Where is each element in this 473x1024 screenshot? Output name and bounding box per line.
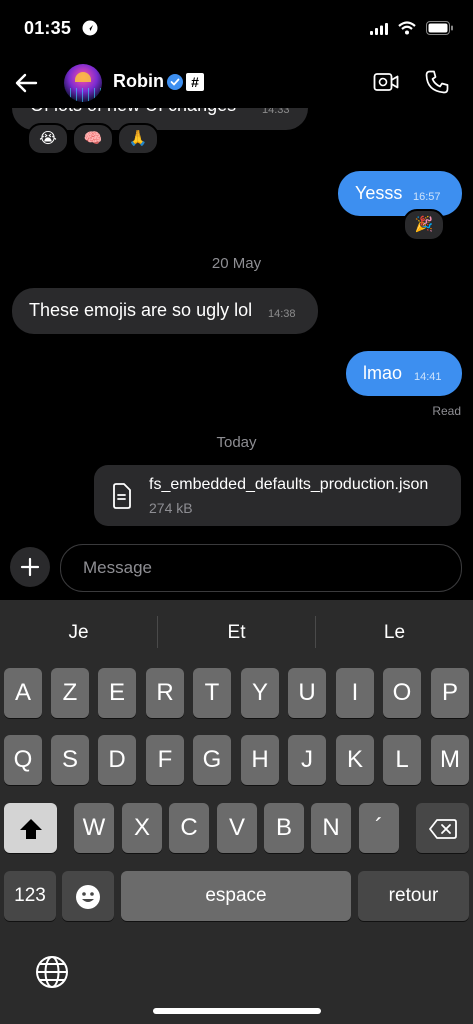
- signal-icon: [370, 23, 388, 35]
- message-composer: Message: [0, 536, 473, 600]
- read-receipt: Read: [432, 404, 461, 418]
- key-b[interactable]: B: [264, 803, 304, 853]
- plus-icon: [20, 557, 40, 577]
- shift-key[interactable]: [4, 803, 57, 853]
- message-text: lmao: [363, 363, 403, 383]
- key-q[interactable]: Q: [4, 735, 42, 785]
- key-z[interactable]: Z: [51, 668, 89, 718]
- message-timestamp: 14:41: [414, 371, 442, 383]
- key-c[interactable]: C: [169, 803, 209, 853]
- location-icon: [82, 20, 98, 36]
- key-w[interactable]: W: [74, 803, 114, 853]
- key-x[interactable]: X: [122, 803, 162, 853]
- message-timestamp: 14:33: [262, 108, 290, 116]
- avatar[interactable]: [64, 64, 102, 102]
- key-m[interactable]: M: [431, 735, 469, 785]
- file-name: fs_embedded_defaults_production.json: [149, 476, 429, 493]
- verified-badge-icon: [167, 74, 183, 90]
- message-text: These emojis are so ugly lol: [29, 300, 253, 320]
- backspace-key[interactable]: [416, 803, 469, 853]
- home-indicator[interactable]: [153, 1008, 321, 1014]
- key-d[interactable]: D: [98, 735, 136, 785]
- shift-icon: [19, 818, 42, 839]
- globe-icon[interactable]: [34, 954, 70, 990]
- message-timestamp: 14:38: [268, 308, 296, 320]
- key-p[interactable]: P: [431, 668, 469, 718]
- reaction-brain[interactable]: 🧠: [72, 123, 114, 155]
- key-y[interactable]: Y: [241, 668, 279, 718]
- back-arrow-icon[interactable]: [12, 68, 42, 98]
- reaction-pray[interactable]: 🙏: [117, 123, 159, 155]
- key-f[interactable]: F: [146, 735, 184, 785]
- key-l[interactable]: L: [383, 735, 421, 785]
- key-h[interactable]: H: [241, 735, 279, 785]
- emoji-key[interactable]: [62, 871, 114, 921]
- reaction-crying[interactable]: 😭: [27, 123, 69, 155]
- return-key[interactable]: retour: [358, 871, 469, 921]
- emoji-icon: [76, 884, 100, 909]
- numbers-key[interactable]: 123: [4, 871, 56, 921]
- video-call-icon[interactable]: [373, 71, 399, 93]
- battery-icon: [426, 21, 453, 35]
- key-n[interactable]: N: [311, 803, 351, 853]
- file-icon: [113, 483, 131, 509]
- keyboard: Je Et Le A Z E R T Y U I O P Q S D F G H…: [0, 600, 473, 1024]
- chat-header: Robin #: [0, 58, 473, 108]
- reaction-party[interactable]: 🎉: [403, 209, 445, 241]
- key-e[interactable]: E: [98, 668, 136, 718]
- status-time: 01:35: [24, 18, 72, 38]
- key-g[interactable]: G: [193, 735, 231, 785]
- date-separator: 20 May: [211, 255, 262, 272]
- backspace-icon: [428, 818, 457, 839]
- message-text: Yesss: [355, 183, 403, 203]
- wifi-icon: [398, 21, 416, 35]
- suggestion-1[interactable]: Je: [0, 622, 157, 644]
- file-attachment[interactable]: fs_embedded_defaults_production.json 274…: [94, 465, 461, 526]
- message-bubble-outgoing[interactable]: Yesss 16:57: [338, 171, 462, 216]
- key-k[interactable]: K: [336, 735, 374, 785]
- affiliate-badge: #: [186, 73, 204, 91]
- suggestion-2[interactable]: Et: [158, 622, 315, 644]
- key-s[interactable]: S: [51, 735, 89, 785]
- message-input[interactable]: Message: [60, 544, 462, 592]
- key-t[interactable]: T: [193, 668, 231, 718]
- message-timestamp: 16:57: [413, 191, 441, 203]
- message-bubble-incoming[interactable]: These emojis are so ugly lol 14:38: [12, 288, 318, 334]
- suggestion-3[interactable]: Le: [316, 622, 473, 644]
- contact-name[interactable]: Robin: [113, 71, 164, 92]
- phone-call-icon[interactable]: [424, 69, 450, 95]
- add-attachment-button[interactable]: [10, 547, 50, 587]
- key-i[interactable]: I: [336, 668, 374, 718]
- message-bubble-outgoing[interactable]: lmao 14:41: [346, 351, 462, 396]
- file-size: 274 kB: [149, 500, 193, 516]
- key-u[interactable]: U: [288, 668, 326, 718]
- status-bar: 01:35: [0, 0, 473, 58]
- key-r[interactable]: R: [146, 668, 184, 718]
- space-key[interactable]: espace: [121, 871, 351, 921]
- key-accent[interactable]: ´: [359, 803, 399, 853]
- date-separator: Today: [216, 434, 257, 451]
- message-list[interactable]: Of lots of new UI changes 14:33 😭 🧠 🙏 Ye…: [0, 108, 473, 536]
- key-o[interactable]: O: [383, 668, 421, 718]
- key-a[interactable]: A: [4, 668, 42, 718]
- message-placeholder: Message: [83, 558, 152, 577]
- key-v[interactable]: V: [217, 803, 257, 853]
- message-text: Of lots of new UI changes: [30, 108, 236, 116]
- key-j[interactable]: J: [288, 735, 326, 785]
